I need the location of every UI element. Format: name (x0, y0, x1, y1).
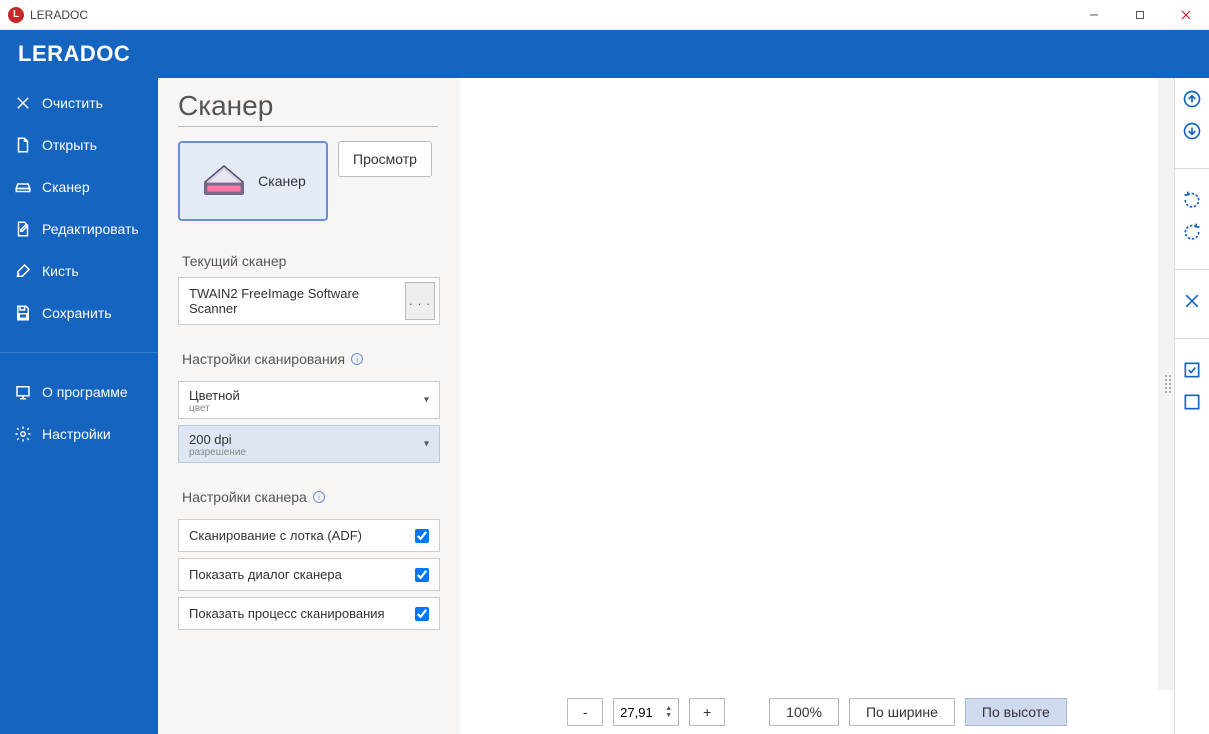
sidebar-item-edit[interactable]: Редактировать (0, 208, 158, 250)
resolution-dropdown[interactable]: 200 dpi разрешение ▾ (178, 425, 440, 463)
sidebar-item-label: Кисть (42, 263, 79, 279)
brandbar: LERADOC (0, 30, 1209, 78)
close-button[interactable] (1163, 0, 1209, 30)
right-rail (1175, 78, 1209, 734)
zoom-in-button[interactable]: + (689, 698, 725, 726)
delete-button[interactable] (1179, 288, 1205, 314)
preview-button[interactable]: Просмотр (338, 141, 432, 177)
sidebar-item-scanner[interactable]: Сканер (0, 166, 158, 208)
scan-button[interactable]: Сканер (178, 141, 328, 221)
brush-icon (14, 262, 32, 280)
progress-check-row[interactable]: Показать процесс сканирования (178, 597, 440, 630)
progress-checkbox[interactable] (415, 607, 429, 621)
titlebar: L LERADOC (0, 0, 1209, 30)
resolution-value: 200 dpi (189, 432, 429, 447)
scan-settings-header: Настройки сканирования i (178, 343, 440, 375)
zoom-100-button[interactable]: 100% (769, 698, 839, 726)
file-icon (14, 136, 32, 154)
select-none-button[interactable] (1179, 389, 1205, 415)
sidebar-item-settings[interactable]: Настройки (0, 413, 158, 455)
color-mode-sub: цвет (189, 403, 429, 414)
minimize-button[interactable] (1071, 0, 1117, 30)
brand-text: LERADOC (18, 41, 130, 67)
sidebar-item-label: Сканер (42, 179, 90, 195)
chevron-down-icon: ▾ (424, 395, 429, 406)
maximize-button[interactable] (1117, 0, 1163, 30)
sidebar-item-brush[interactable]: Кисть (0, 250, 158, 292)
sidebar: Очистить Открыть Сканер Редактировать Ки… (0, 78, 158, 734)
grip-icon (1165, 375, 1171, 393)
resolution-sub: разрешение (189, 447, 429, 458)
sidebar-item-label: О программе (42, 384, 128, 400)
adf-check-row[interactable]: Сканирование с лотка (ADF) (178, 519, 440, 552)
sidebar-item-label: Редактировать (42, 221, 139, 237)
sidebar-item-open[interactable]: Открыть (0, 124, 158, 166)
sidebar-item-label: Настройки (42, 426, 111, 442)
scanner-big-icon (200, 161, 248, 201)
panel-title: Сканер (178, 90, 440, 122)
window-title: LERADOC (30, 8, 88, 22)
select-all-button[interactable] (1179, 357, 1205, 383)
current-scanner-name: TWAIN2 FreeImage Software Scanner (179, 278, 395, 324)
fit-width-button[interactable]: По ширине (849, 698, 955, 726)
rotate-right-button[interactable] (1179, 219, 1205, 245)
info-icon: i (351, 353, 363, 365)
preview-scrollbar-track[interactable] (1158, 78, 1174, 690)
dialog-checkbox[interactable] (415, 568, 429, 582)
progress-label: Показать процесс сканирования (189, 606, 385, 621)
scanner-settings-header: Настройки сканера i (178, 481, 440, 513)
sidebar-item-save[interactable]: Сохранить (0, 292, 158, 334)
scanner-icon (14, 178, 32, 196)
sidebar-divider (0, 352, 158, 353)
info-icon: i (313, 491, 325, 503)
color-mode-value: Цветной (189, 388, 429, 403)
browse-scanner-button[interactable]: . . . (405, 282, 435, 320)
dialog-check-row[interactable]: Показать диалог сканера (178, 558, 440, 591)
gear-icon (14, 425, 32, 443)
dialog-label: Показать диалог сканера (189, 567, 342, 582)
rotate-left-button[interactable] (1179, 187, 1205, 213)
color-mode-dropdown[interactable]: Цветной цвет ▾ (178, 381, 440, 419)
chevron-down-icon: ▾ (424, 439, 429, 450)
save-icon (14, 304, 32, 322)
current-scanner-header: Текущий сканер (178, 245, 440, 277)
preview-column: - 27,91 ▲▼ + 100% По ширине По высоте (460, 78, 1175, 734)
sidebar-item-clear[interactable]: Очистить (0, 82, 158, 124)
app-icon: L (8, 7, 24, 23)
adf-label: Сканирование с лотка (ADF) (189, 528, 362, 543)
zoom-value-input[interactable]: 27,91 ▲▼ (613, 698, 679, 726)
x-icon (14, 94, 32, 112)
edit-icon (14, 220, 32, 238)
scanner-panel: Сканер Сканер Просмотр Текущий сканер TW… (158, 78, 460, 734)
zoom-out-button[interactable]: - (567, 698, 603, 726)
stepper-arrows-icon[interactable]: ▲▼ (665, 705, 672, 719)
move-up-button[interactable] (1179, 86, 1205, 112)
zoom-value: 27,91 (620, 705, 653, 720)
sidebar-item-label: Открыть (42, 137, 97, 153)
sidebar-item-label: Очистить (42, 95, 103, 111)
adf-checkbox[interactable] (415, 529, 429, 543)
move-down-button[interactable] (1179, 118, 1205, 144)
scan-button-label: Сканер (258, 173, 306, 189)
preview-surface[interactable] (462, 80, 1158, 688)
about-icon (14, 383, 32, 401)
sidebar-item-label: Сохранить (42, 305, 112, 321)
sidebar-item-about[interactable]: О программе (0, 371, 158, 413)
zoom-toolbar: - 27,91 ▲▼ + 100% По ширине По высоте (460, 690, 1174, 734)
fit-height-button[interactable]: По высоте (965, 698, 1067, 726)
